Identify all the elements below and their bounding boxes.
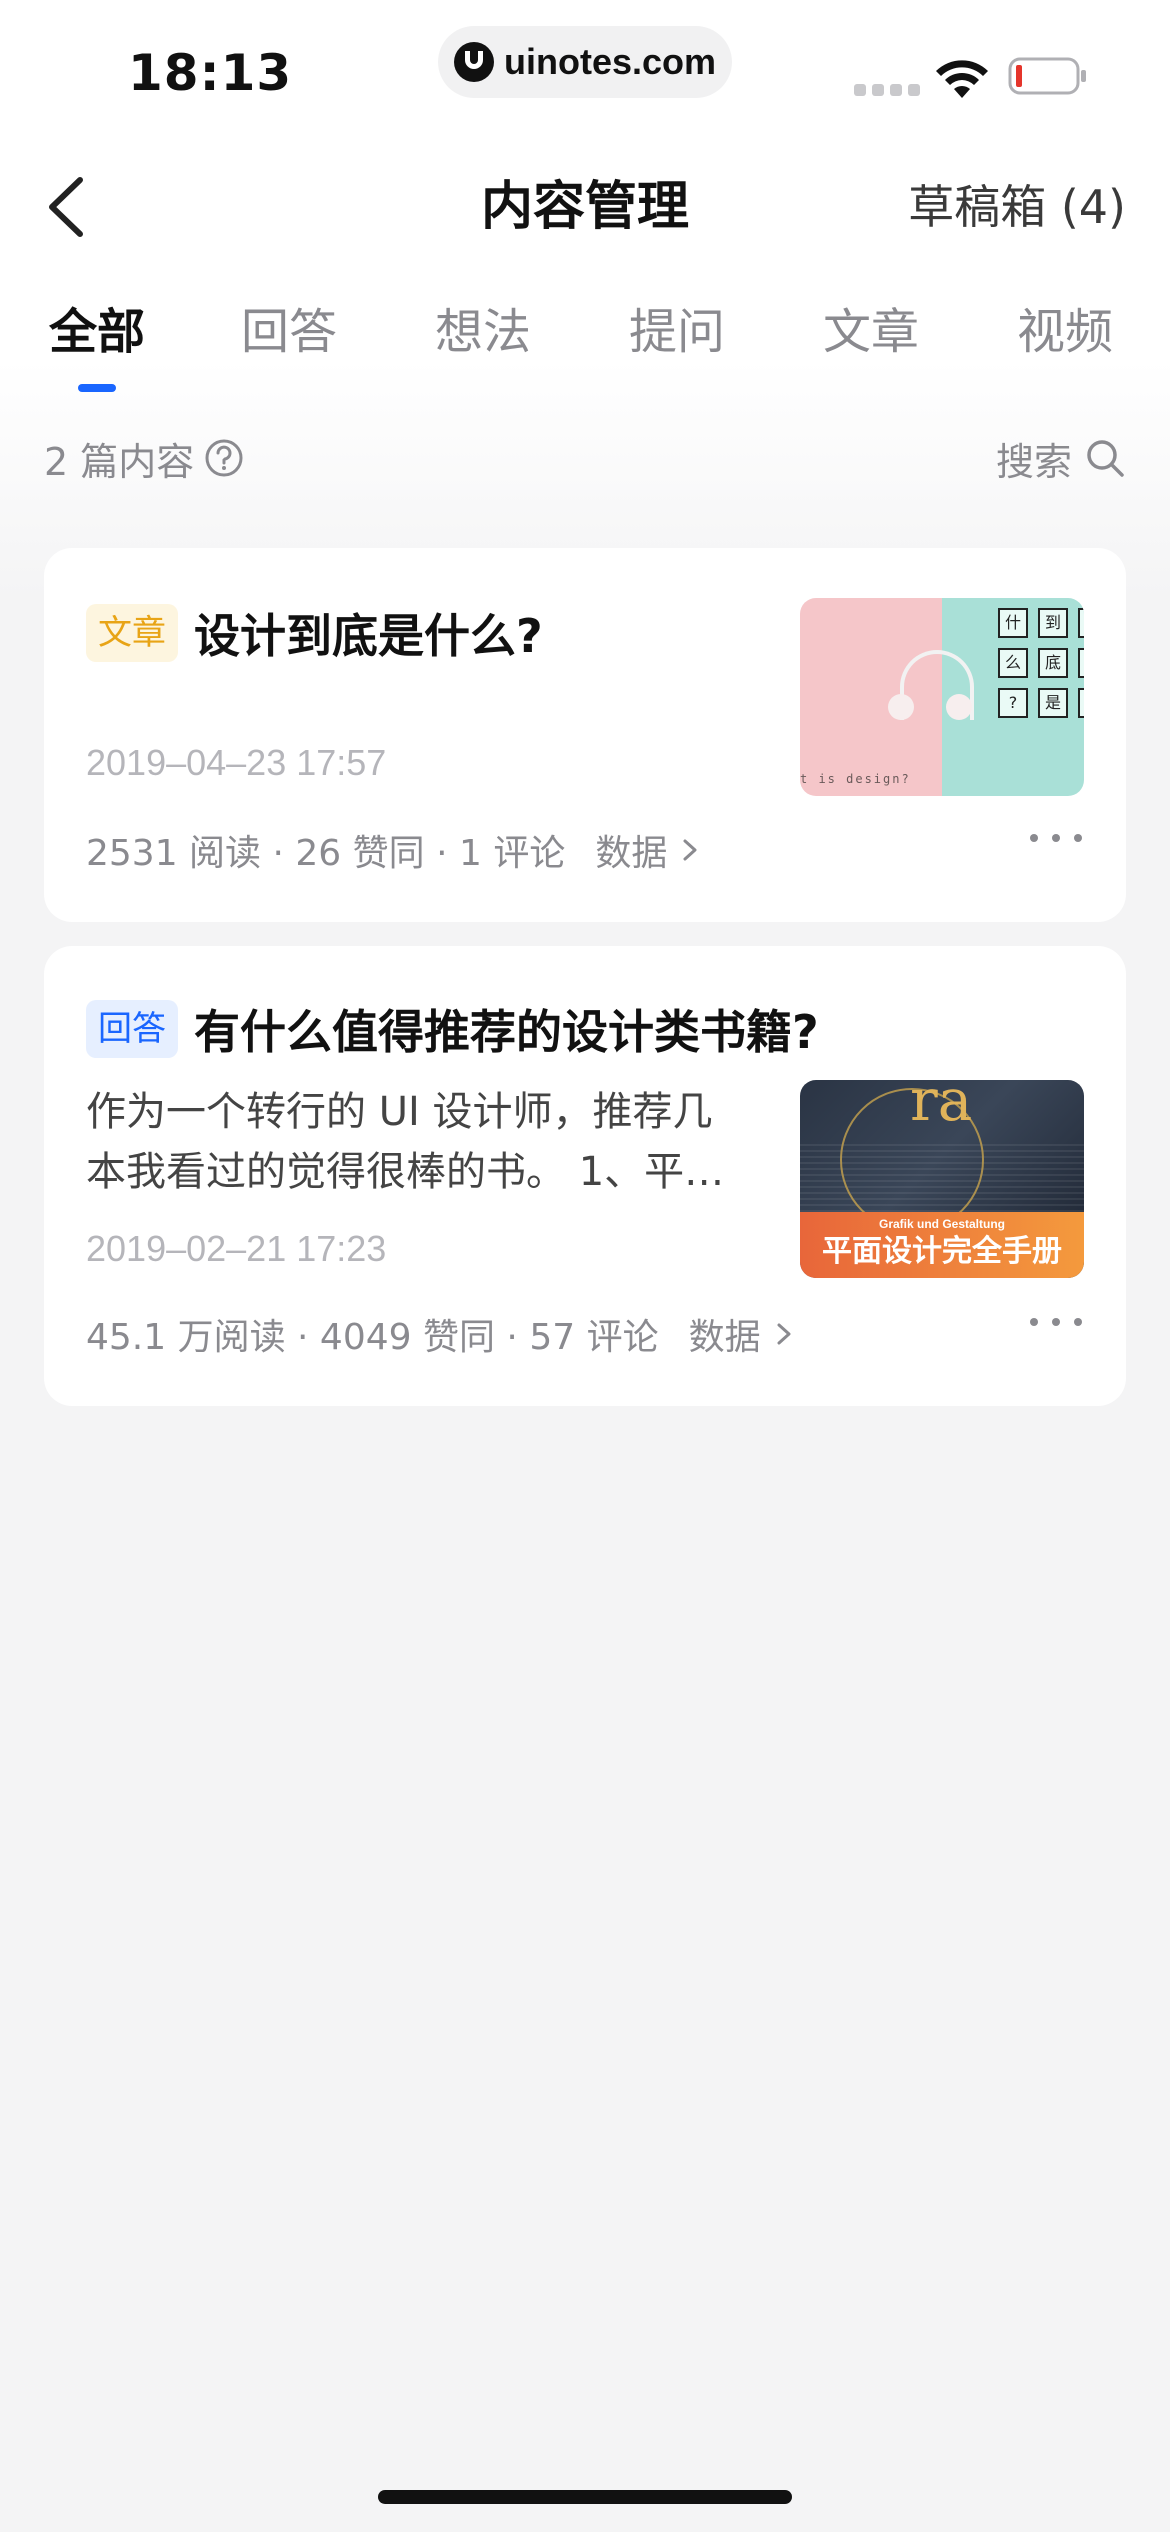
cellular-signal-icon	[854, 84, 920, 96]
thumbnail-caption: t is design?	[800, 772, 911, 786]
data-button[interactable]: 数据	[595, 824, 701, 876]
content-card[interactable]: 文章 设计到底是什么? 2019–04–23 17:57 2531 阅读 · 2…	[44, 548, 1126, 922]
status-time: 18:13	[128, 44, 293, 102]
wifi-icon	[936, 60, 988, 98]
search-label: 搜索	[995, 439, 1072, 484]
data-button[interactable]: 数据	[689, 1308, 795, 1360]
card-excerpt[interactable]: 作为一个转行的 UI 设计师，推荐几本我看过的觉得很棒的书。 1、平…	[86, 1082, 746, 1202]
url-pill[interactable]: uinotes.com	[438, 26, 732, 98]
data-label: 数据	[688, 1317, 761, 1358]
thumbnail-banner: Grafik und Gestaltung 平面设计完全手册	[800, 1212, 1084, 1278]
card-stats: 45.1 万阅读 · 4049 赞同 · 57 评论	[86, 1317, 659, 1358]
card-thumbnail[interactable]: ra Grafik und Gestaltung 平面设计完全手册	[800, 1080, 1084, 1278]
card-stats-row: 2531 阅读 · 26 赞同 · 1 评论 数据	[86, 824, 701, 876]
battery-low-icon	[1008, 57, 1086, 95]
card-stats-row: 45.1 万阅读 · 4049 赞同 · 57 评论 数据	[86, 1308, 795, 1360]
content-count-label: 2 篇内容	[44, 439, 195, 484]
content-type-tag: 文章	[86, 604, 178, 662]
tab-answers[interactable]: 回答	[234, 296, 344, 368]
thumbnail-subtitle: Grafik und Gestaltung	[878, 1217, 1005, 1231]
content-tabs: 全部 回答 想法 提问 文章 视频	[0, 296, 1170, 396]
content-count: 2 篇内容	[44, 428, 244, 488]
more-dots-icon[interactable]	[1030, 830, 1082, 846]
active-tab-indicator	[78, 384, 116, 392]
chevron-right-icon	[777, 1323, 791, 1345]
tab-articles[interactable]: 文章	[816, 296, 926, 368]
drafts-button[interactable]: 草稿箱 (4)	[908, 172, 1126, 242]
search-button[interactable]: 搜索	[996, 428, 1126, 488]
content-type-tag: 回答	[86, 1000, 178, 1058]
thumbnail-letters: ra	[910, 1080, 973, 1134]
thumbnail-title: 平面设计完全手册	[822, 1234, 1062, 1269]
status-bar: 18:13 uinotes.com	[0, 0, 1170, 140]
thumbnail-char-grid: 什 到 么 底 ? 是	[998, 608, 1084, 718]
card-date: 2019–04–23 17:57	[86, 742, 387, 783]
tab-videos[interactable]: 视频	[1010, 296, 1120, 368]
tab-thoughts[interactable]: 想法	[428, 296, 538, 368]
search-icon	[1087, 440, 1124, 477]
card-title-row: 文章 设计到底是什么?	[86, 600, 543, 666]
card-thumbnail[interactable]: 什 到 么 底 ? 是 t is design?	[800, 598, 1084, 796]
tab-all[interactable]: 全部	[42, 296, 152, 368]
tab-questions[interactable]: 提问	[622, 296, 732, 368]
more-dots-icon[interactable]	[1030, 1314, 1082, 1330]
data-label: 数据	[595, 833, 668, 874]
content-card[interactable]: 回答 有什么值得推荐的设计类书籍? 作为一个转行的 UI 设计师，推荐几本我看过…	[44, 946, 1126, 1406]
site-logo-icon	[454, 42, 494, 82]
chevron-right-icon	[683, 839, 697, 861]
card-title[interactable]: 设计到底是什么?	[194, 600, 543, 666]
card-date: 2019–02–21 17:23	[86, 1228, 387, 1269]
home-indicator[interactable]	[378, 2490, 792, 2504]
card-title[interactable]: 有什么值得推荐的设计类书籍?	[194, 996, 819, 1062]
card-title-row: 回答 有什么值得推荐的设计类书籍?	[86, 996, 819, 1062]
question-circle-icon[interactable]	[204, 438, 244, 478]
card-stats: 2531 阅读 · 26 赞同 · 1 评论	[86, 833, 566, 874]
url-text: uinotes.com	[504, 41, 717, 82]
